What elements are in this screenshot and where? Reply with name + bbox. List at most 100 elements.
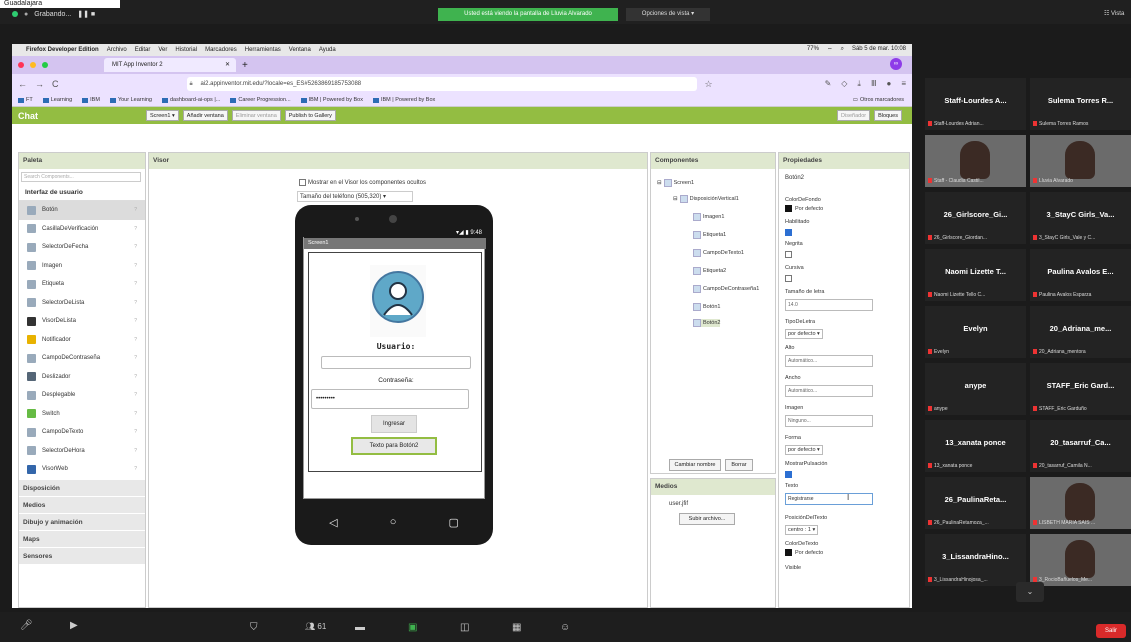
palette-item[interactable]: Deslizador? (19, 368, 145, 387)
participant-tile[interactable]: Lluvia Alvarado (1030, 135, 1131, 187)
help-icon[interactable]: ? (134, 263, 137, 269)
palette-item[interactable]: SelectorDeHora? (19, 442, 145, 461)
recents-nav-icon[interactable]: ▢ (449, 516, 459, 529)
bgcolor-value[interactable]: Por defecto (785, 205, 823, 212)
help-icon[interactable]: ? (134, 318, 137, 324)
extension-icon[interactable]: ✎ (825, 79, 832, 89)
close-window-icon[interactable] (18, 62, 24, 68)
help-icon[interactable]: ? (134, 337, 137, 343)
shape-select[interactable]: por defecto ▾ (785, 445, 823, 455)
help-icon[interactable]: ? (134, 374, 137, 380)
palette-item[interactable]: Switch? (19, 405, 145, 424)
home-nav-icon[interactable]: ○ (390, 516, 397, 528)
view-button[interactable]: ☷ Vista (1104, 10, 1124, 17)
record-icon[interactable]: ◫ (460, 622, 469, 640)
help-icon[interactable]: ? (134, 392, 137, 398)
reload-icon[interactable]: C (52, 79, 59, 89)
designer-button[interactable]: Diseñador (837, 110, 871, 121)
tree-item-selected[interactable]: Botón2 (693, 319, 721, 327)
bookmark-star-icon[interactable]: ☆ (705, 79, 713, 90)
tree-item[interactable]: Botón1 (693, 303, 720, 311)
participant-tile[interactable]: LISBETH MARIA SAIS ... (1030, 477, 1131, 529)
browser-tab[interactable]: MIT App Inventor 2 ✕ (104, 58, 236, 72)
palette-item[interactable]: CampoDeContraseña? (19, 349, 145, 368)
participant-tile[interactable]: Staff-Lourdes A... Staff-Lourdes Adrian..… (925, 78, 1026, 130)
bookmark[interactable]: IBM (82, 97, 100, 103)
menu-item[interactable]: Ver (158, 47, 167, 53)
participant-tile[interactable]: Sulema Torres R... Sulema Torres Ramos (1030, 78, 1131, 130)
bookmark[interactable]: dashboard-ai-ops |... (162, 97, 220, 103)
textcolor-value[interactable]: Por defecto (785, 549, 823, 556)
checkbox[interactable] (299, 179, 306, 186)
participant-tile[interactable]: STAFF_Eric Gard... STAFF_Eric Garduño (1030, 363, 1131, 415)
tree-item[interactable]: CampoDeTexto1 (693, 249, 744, 257)
enabled-checkbox[interactable] (785, 229, 792, 236)
back-nav-icon[interactable]: ◁ (329, 516, 337, 529)
new-tab-icon[interactable]: + (242, 60, 248, 71)
palette-item[interactable]: Imagen? (19, 257, 145, 276)
delete-button[interactable]: Borrar (725, 459, 753, 471)
participant-tile[interactable]: 26_Girlscore_Gi... 26_Girlscore_Giordan..… (925, 192, 1026, 244)
participant-tile[interactable]: 20_tasarruf_Ca... 20_tasarruf_Camila N... (1030, 420, 1131, 472)
security-icon[interactable]: ⛉ (250, 622, 258, 640)
bookmark[interactable]: IBM | Powered by Box (372, 97, 435, 103)
participant-tile[interactable]: Paulina Avalos E... Paulina Avalos Esparz… (1030, 249, 1131, 301)
feedback-checkbox[interactable] (785, 471, 792, 478)
palette-item[interactable]: CasillaDeVerificación? (19, 220, 145, 239)
search-icon[interactable]: ⌕ (841, 46, 844, 54)
help-icon[interactable]: ? (134, 411, 137, 417)
image-input[interactable]: Ninguno... (785, 415, 873, 427)
participant-tile[interactable]: 3_LissandraHino... 3_LissandraHinojosa_..… (925, 534, 1026, 586)
palette-category[interactable]: Maps (19, 529, 145, 547)
recording-indicator[interactable]: ● Grabando... ❚❚ ■ (12, 10, 95, 18)
participant-tile[interactable]: Evelyn Evelyn (925, 306, 1026, 358)
participant-tile[interactable]: 20_Adriana_me... 20_Adriana_mentora (1030, 306, 1131, 358)
menu-icon[interactable]: ≡ (901, 79, 906, 89)
participant-tile[interactable]: 26_PaulinaReta... 26_PaulinaRetamoza_... (925, 477, 1026, 529)
upload-button[interactable]: Subir archivo... (679, 513, 735, 525)
reactions-icon[interactable]: ☺ (560, 622, 570, 640)
button2[interactable]: Texto para Botón2 (351, 437, 437, 455)
show-hidden-checkbox[interactable]: Mostrar en el Visor los componentes ocul… (299, 179, 426, 186)
apps-icon[interactable]: ▦ (512, 622, 521, 640)
palette-item[interactable]: Etiqueta? (19, 275, 145, 294)
help-icon[interactable]: ? (134, 244, 137, 250)
participant-tile[interactable]: Staff - Claudia Castil... (925, 135, 1026, 187)
help-icon[interactable]: ? (134, 448, 137, 454)
bookmark[interactable]: Your Learning (109, 97, 152, 103)
share-screen-icon[interactable]: ▣ (408, 622, 417, 640)
palette-category-ui[interactable]: Interfaz de usuario (19, 185, 145, 201)
bookmark[interactable]: Career Progression... (230, 97, 291, 103)
user-image[interactable] (370, 265, 426, 337)
blocks-button[interactable]: Bloques (874, 110, 902, 121)
view-options-button[interactable]: Opciones de vista ▾ (626, 8, 710, 21)
menu-item[interactable]: Archivo (107, 47, 127, 53)
palette-item[interactable]: Notificador? (19, 331, 145, 350)
tree-item[interactable]: Etiqueta1 (693, 231, 726, 239)
participant-tile[interactable]: 3_RocioBañuelos_Me... (1030, 534, 1131, 586)
other-bookmarks[interactable]: ▭ Otros marcadores (853, 97, 912, 103)
help-icon[interactable]: ? (134, 207, 137, 213)
palette-item[interactable]: VisorWeb? (19, 460, 145, 479)
palette-category[interactable]: Dibujo y animación (19, 512, 145, 530)
help-icon[interactable]: ? (134, 226, 137, 232)
help-icon[interactable]: ? (134, 466, 137, 472)
screen-select[interactable]: Screen1 ▾ (146, 110, 179, 121)
palette-item[interactable]: Botón? (19, 201, 145, 220)
back-icon[interactable]: ← (18, 79, 27, 89)
participant-tile[interactable]: anype anype (925, 363, 1026, 415)
gallery-scroll-down[interactable]: ⌄ (1016, 582, 1044, 602)
user-textbox[interactable] (321, 356, 471, 369)
help-icon[interactable]: ? (134, 429, 137, 435)
tree-item[interactable]: Etiqueta2 (693, 267, 726, 275)
collapse-icon[interactable]: ⊟ (673, 196, 678, 202)
close-icon[interactable]: ✕ (225, 58, 230, 72)
palette-category[interactable]: Disposición (19, 478, 145, 496)
media-file[interactable]: user.jfif (669, 501, 688, 507)
pause-icon[interactable]: ❚❚ ■ (77, 10, 95, 18)
menu-item[interactable]: Ventana (289, 47, 311, 53)
maximize-window-icon[interactable] (42, 62, 48, 68)
tree-item[interactable]: ⊟ DisposiciónVertical1 (673, 195, 739, 203)
palette-category[interactable]: Sensores (19, 546, 145, 564)
italic-checkbox[interactable] (785, 275, 792, 282)
